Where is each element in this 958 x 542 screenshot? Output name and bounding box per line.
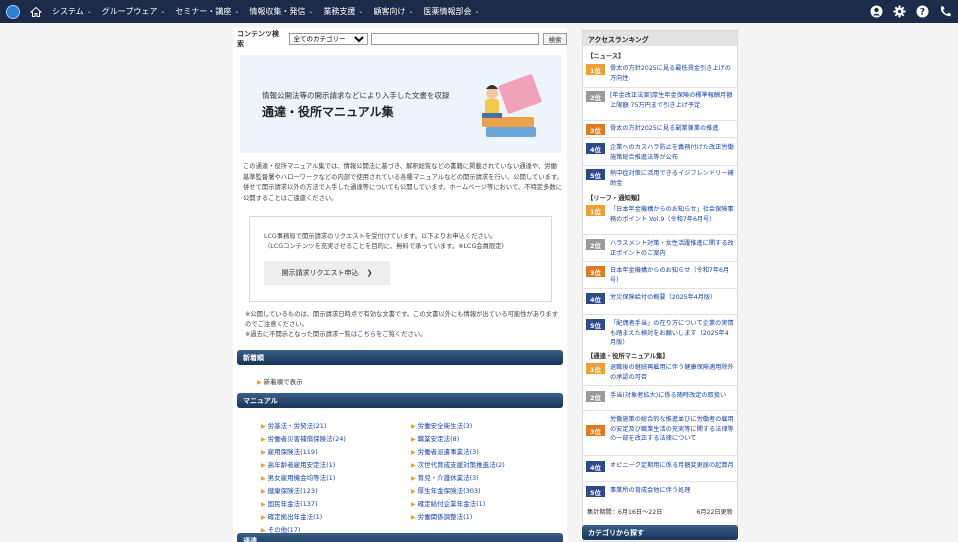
- phone-icon[interactable]: [938, 4, 952, 18]
- manual-item[interactable]: ▶ 次世代育成支援対策推進法(2): [411, 459, 505, 472]
- chevron-down-icon: ⌄: [234, 8, 240, 15]
- manual-list-left: ▶ 労基法・労契法(21) ▶ 労働者災害補償保険法(24) ▶ 雇用保険法(119)…: [261, 420, 346, 537]
- note-line2: ※過去に不開示となった開示請求一覧はこちらをご覧ください。: [245, 331, 427, 338]
- undisclosed-list-link[interactable]: こちら: [357, 331, 376, 338]
- manual-item[interactable]: ▶ 職業安定法(8): [411, 433, 505, 446]
- ranking-item[interactable]: 4位 企業へのカスハラ防止を義務付けた改正労働施策総合推進法等が公布: [586, 143, 736, 162]
- request-apply-button[interactable]: 開示請求リクエスト申込 ❯: [264, 261, 390, 285]
- ranking-title: アクセスランキング: [583, 31, 737, 46]
- manual-item[interactable]: ▶ 確定拠出年金法(1): [261, 511, 346, 524]
- note-line1: ※公開しているものは、開示請求日時点で有効な文書です。この文書以外にも情報が出て…: [245, 311, 559, 328]
- manual-item[interactable]: ▶ 労基法・労契法(21): [261, 420, 346, 433]
- chevron-down-icon: ⌄: [358, 8, 364, 15]
- manual-item[interactable]: ▶ 確定給付企業年金法(1): [411, 498, 505, 511]
- user-icon[interactable]: [869, 4, 883, 18]
- svg-text:?: ?: [919, 7, 924, 17]
- nav-item-seminar[interactable]: セミナー・講座 ⌄: [175, 6, 239, 17]
- chevron-down-icon: ⌄: [86, 8, 92, 15]
- manual-item[interactable]: ▶ 男女雇用機会均等法(1): [261, 472, 346, 485]
- section-new: 新着順: [237, 350, 563, 365]
- top-navbar: システム ⌄ グループウェア ⌄ セミナー・講座 ⌄ 情報収集・発信 ⌄ 業務支援 ⌄ 顧…: [0, 0, 958, 23]
- gear-icon[interactable]: [892, 4, 906, 18]
- ranking-item[interactable]: 2位 [年金改正法案]厚生年金保険の標準報酬月額上限額 75万円まで引き上げ予定: [586, 91, 736, 110]
- manual-banner: 情報公開法等の開示請求などにより入手した文書を収録 通達・役所マニュアル集: [240, 55, 562, 153]
- manual-item[interactable]: ▶ 労働者派遣事業法(3): [411, 446, 505, 459]
- search-button[interactable]: 検索: [543, 33, 567, 45]
- manual-item[interactable]: ▶ 高年齢者雇用安定法(1): [261, 459, 346, 472]
- manual-item[interactable]: ▶ 厚生年金保険法(303): [411, 485, 505, 498]
- help-icon[interactable]: ?: [915, 4, 929, 18]
- manual-item[interactable]: ▶ 健康保険法(123): [261, 485, 346, 498]
- triangle-right-icon: ▶: [257, 379, 262, 386]
- nav-item-system[interactable]: システム ⌄: [52, 6, 92, 17]
- cat-news-label: 【ニュース】: [587, 53, 625, 60]
- manual-item[interactable]: ▶ 国民年金法(137): [261, 498, 346, 511]
- chevron-down-icon: ⌄: [308, 8, 314, 15]
- banner-title: 通達・役所マニュアル集: [262, 105, 394, 119]
- ranking-item[interactable]: 5位 熱中症対策に活用できるイジフレンドリー補助金: [586, 169, 736, 188]
- manual-item[interactable]: ▶ 労働関係調整法(1): [411, 511, 505, 524]
- ranking-item[interactable]: 1位 退職後の継続再雇用に伴う健康保険適用除外の承認の可否: [586, 363, 736, 382]
- search-input[interactable]: [370, 33, 540, 45]
- search-label: コンテンツ検索: [237, 30, 279, 48]
- cat-manual-label: 【通達・役所マニュアル集】: [587, 353, 669, 360]
- intro-text: この通達・役所マニュアル集では、情報公開法に基づき、解釈総覧などの書籍に掲載され…: [243, 163, 563, 202]
- site-logo[interactable]: [6, 4, 20, 19]
- content-search-bar: コンテンツ検索 全てのカテゴリー 検索: [233, 30, 567, 48]
- category-search-header: カテゴリから探す: [582, 525, 738, 540]
- ranking-item[interactable]: 5位 事業所の育成会他に伴う処理: [586, 486, 736, 497]
- request-line2: （LCGコンテンツを充実させることを目的に、無料で承っています。※LCG会員限定…: [264, 243, 508, 250]
- chevron-down-icon: ⌄: [408, 8, 414, 15]
- ranking-item[interactable]: 1位 「日本年金機構からのお知らせ」社会保険事務のポイント Vol.9（令和7年6…: [586, 205, 736, 224]
- ranking-period: 集計期間：6月16日～22日 6月22日更新: [587, 509, 733, 516]
- reading-person-illustration: [482, 74, 542, 137]
- section-manual: マニュアル: [237, 393, 563, 408]
- ranking-item[interactable]: 2位 手当(対象者拡大)に係る随時改定の取扱い: [586, 391, 736, 402]
- manual-list-right: ▶ 労働安全衛生法(3) ▶ 職業安定法(8) ▶ 労働者派遣事業法(3) ▶ 次世代育…: [411, 420, 505, 524]
- notes: ※公開しているものは、開示請求日時点で有効な文書です。この文書以外にも情報が出て…: [245, 310, 563, 340]
- manual-item[interactable]: ▶ 育児・介護休業法(3): [411, 472, 505, 485]
- ranking-item[interactable]: 3位 骨太の方針2025に見る副業兼業の推進: [586, 124, 736, 135]
- ranking-item[interactable]: 1位 骨太の方針2025に見る最低賃金引き上げの方向性: [586, 64, 736, 83]
- ranking-item[interactable]: 3位 労働施策の総合的な推進並びに労働者の雇用の安定及び職業生活の充実等に関する法…: [586, 415, 736, 444]
- ranking-item[interactable]: 5位 「配偶者手当」の在り方について企業の実情も踏まえた検討をお願いします（202…: [586, 319, 736, 348]
- request-box: LCG事務局で開示請求のリクエストを受付けています。以下よりお申込ください。 （…: [249, 216, 552, 302]
- chevron-right-icon: ❯: [366, 269, 373, 277]
- nav-item-pharma[interactable]: 医薬情報部会 ⌄: [423, 6, 479, 17]
- chevron-down-icon: ⌄: [474, 8, 480, 15]
- manual-item[interactable]: ▶ 労働者災害補償保険法(24): [261, 433, 346, 446]
- nav-icons: ?: [869, 4, 952, 18]
- cat-leaf-label: 【リーフ・通知類】: [587, 195, 644, 202]
- new-order-link[interactable]: ▶ 新着順で表示: [257, 376, 303, 386]
- ranking-item[interactable]: 2位 ハラスメント対策・女性活躍推進に関する改正ポイントのご案内: [586, 239, 736, 258]
- nav-item-business[interactable]: 業務支援 ⌄: [323, 6, 363, 17]
- nav-item-customer[interactable]: 顧客向け ⌄: [373, 6, 413, 17]
- manual-item[interactable]: ▶ 雇用保険法(119): [261, 446, 346, 459]
- ranking-item[interactable]: 4位 オピニーク定期用に係る月額変更届の起算月: [586, 461, 736, 472]
- nav-item-info[interactable]: 情報収集・発信 ⌄: [249, 6, 313, 17]
- manual-item[interactable]: ▶ 労働安全衛生法(3): [411, 420, 505, 433]
- ranking-item[interactable]: 4位 労災保険給付の概要（2025年4月版）: [586, 293, 736, 304]
- home-icon[interactable]: [30, 6, 42, 18]
- banner-subtitle: 情報公開法等の開示請求などにより入手した文書を収録: [262, 91, 450, 100]
- request-line1: LCG事務局で開示請求のリクエストを受付けています。以下よりお申込ください。: [264, 233, 497, 240]
- ranking-item[interactable]: 3位 日本年金機構からのお知らせ（令和7年6月号）: [586, 266, 736, 285]
- category-select[interactable]: 全てのカテゴリー: [288, 33, 368, 45]
- section-tsuutatsu: 通達: [237, 533, 563, 542]
- ranking-sidebar: アクセスランキング 【ニュース】 1位 骨太の方針2025に見る最低賃金引き上げの…: [582, 30, 738, 542]
- chevron-down-icon: ⌄: [160, 8, 166, 15]
- main-content: コンテンツ検索 全てのカテゴリー 検索 情報公開法等の開示請求などにより入手した…: [233, 28, 567, 542]
- nav-item-groupware[interactable]: グループウェア ⌄: [102, 6, 166, 17]
